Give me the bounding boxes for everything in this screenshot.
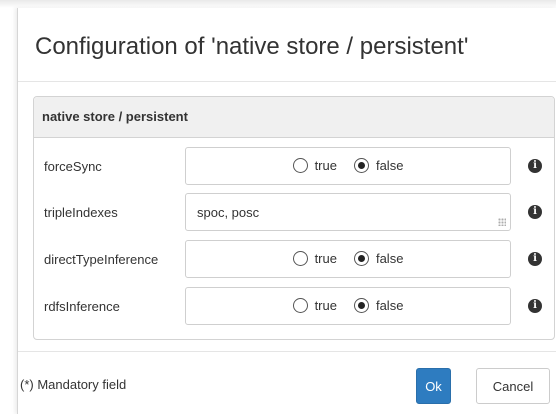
field-label-tripleindexes: tripleIndexes [44, 205, 118, 220]
tripleindexes-textarea[interactable]: spoc, posc [185, 193, 511, 231]
directtypeinference-radio-group: true false [185, 240, 511, 278]
config-panel: native store / persistent forceSync true… [33, 96, 555, 340]
info-icon[interactable]: i [528, 299, 542, 313]
cancel-button[interactable]: Cancel [476, 368, 550, 404]
forcesync-true-radio[interactable] [292, 158, 308, 173]
resize-grip-icon[interactable] [498, 218, 506, 226]
mandatory-field-note: (*) Mandatory field [20, 377, 127, 392]
forcesync-false-radio[interactable] [353, 158, 369, 173]
field-row-tripleindexes: tripleIndexes spoc, posc i [34, 193, 554, 233]
info-icon[interactable]: i [528, 205, 542, 219]
info-icon[interactable]: i [528, 252, 542, 266]
info-icon[interactable]: i [528, 159, 542, 173]
footer-divider [18, 351, 556, 352]
rdfsinference-false-label[interactable]: false [376, 298, 403, 313]
panel-heading: native store / persistent [34, 97, 554, 138]
rdfsinference-true-label[interactable]: true [315, 298, 337, 313]
field-row-forcesync: forceSync true false i [34, 147, 554, 187]
field-row-rdfsinference: rdfsInference true false i [34, 287, 554, 327]
field-label-directtypeinference: directTypeInference [44, 252, 159, 267]
directtypeinference-false-radio[interactable] [353, 251, 369, 266]
backdrop-shade [0, 0, 556, 8]
header-divider [18, 81, 556, 82]
field-label-forcesync: forceSync [44, 159, 102, 174]
field-label-rdfsinference: rdfsInference [44, 299, 120, 314]
rdfsinference-radio-group: true false [185, 287, 511, 325]
rdfsinference-true-radio[interactable] [292, 298, 308, 313]
forcesync-false-label[interactable]: false [376, 158, 403, 173]
directtypeinference-true-label[interactable]: true [315, 251, 337, 266]
forcesync-radio-group: true false [185, 147, 511, 185]
directtypeinference-true-radio[interactable] [292, 251, 308, 266]
forcesync-true-label[interactable]: true [315, 158, 337, 173]
directtypeinference-false-label[interactable]: false [376, 251, 403, 266]
ok-button[interactable]: Ok [416, 368, 451, 404]
field-row-directtypeinference: directTypeInference true false i [34, 240, 554, 280]
tripleindexes-value[interactable]: spoc, posc [197, 205, 259, 220]
rdfsinference-false-radio[interactable] [353, 298, 369, 313]
configuration-dialog: Configuration of 'native store / persist… [17, 8, 556, 414]
dialog-title: Configuration of 'native store / persist… [35, 33, 469, 60]
